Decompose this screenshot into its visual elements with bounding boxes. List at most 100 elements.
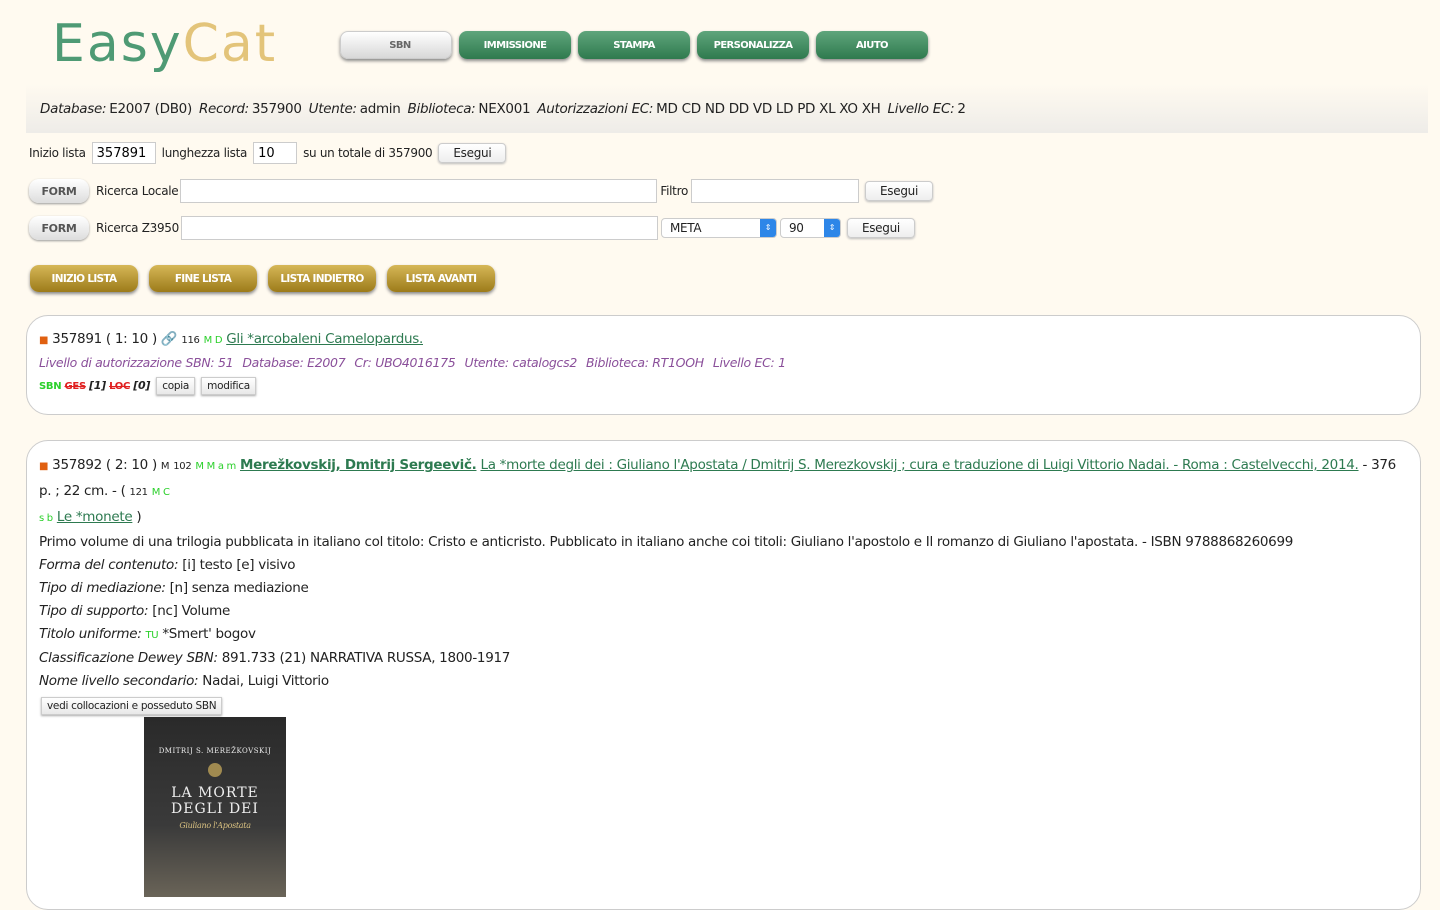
info-label: Record: [198,100,249,117]
record-heading: ■ 357892 ( 2: 10 ) M 102 M M a m Merežkov… [39,453,1408,531]
nav-personalizza[interactable]: PERSONALIZZA [697,31,809,59]
session-info-bar: Database: E2007 (DB0) Record: 357900 Utent… [26,84,1428,133]
list-next-button[interactable]: LISTA AVANTI [387,265,495,292]
info-value: MD CD ND DD VD LD PD XL XO XH [656,100,881,117]
author-link[interactable]: Merežkovskij, Dmitrij Sergeevič. [240,457,477,473]
series-code: 121 [129,487,148,498]
record-code: 102 [173,461,192,472]
field-row: Titolo uniforme: TU *Smert' bogov [39,623,1408,647]
local-search-label: Ricerca Locale [96,184,179,198]
series-link[interactable]: Le *monete [57,509,133,525]
field-value: [i] testo [e] visivo [182,557,296,573]
meta-item: Utente: catalogcs2 [464,355,577,370]
record-type: M M a m [195,461,236,472]
field-value: *Smert' bogov [162,626,256,642]
nav-immissione[interactable]: IMMISSIONE [459,31,571,59]
start-input[interactable] [91,142,156,164]
field-value: [nc] Volume [152,603,230,619]
record-id: 357892 ( 2: 10 ) [52,457,157,473]
ges-flag: GES [64,381,87,392]
record-title-link[interactable]: La *morte degli dei : Giuliano l'Apostat… [480,457,1358,473]
list-start-button[interactable]: INIZIO LISTA [30,265,138,292]
loc-count: [0] [133,379,151,392]
select-arrows-icon: ⇕ [823,219,840,237]
info-value: 357900 [251,100,302,117]
field-value: 891.733 (21) NARRATIVA RUSSA, 1800-1917 [221,650,511,666]
list-controls: Inizio lista lunghezza lista su un total… [29,142,507,164]
record-title-link[interactable]: Gli *arcobaleni Camelopardus. [226,331,423,347]
edit-button[interactable]: modifica [201,377,256,395]
list-end-button[interactable]: FINE LISTA [149,265,257,292]
sbn-flag: SBN [39,381,62,392]
meta-item: Livello di autorizzazione SBN: 51 [39,355,234,370]
ges-count: [1] [89,379,106,392]
nav-sbn[interactable]: SBN [340,31,452,59]
series-subtype: s b [39,513,53,524]
list-back-button[interactable]: LISTA INDIETRO [268,265,376,292]
local-search: FORM Ricerca Locale Filtro Esegui [29,179,933,203]
meta-item: Cr: UBO4016175 [354,355,456,370]
record-status: SBN GES [1] LOC [0] copia modifica [39,377,1408,395]
field-label: Tipo di supporto: [39,603,149,619]
info-label: Livello EC: [887,100,955,117]
field-row: Tipo di mediazione: [n] senza mediazione [39,577,1408,600]
link-icon[interactable]: 🔗 [161,331,178,347]
nav-stampa[interactable]: STAMPA [578,31,690,59]
length-input[interactable] [253,142,298,164]
count-select[interactable]: 90 ⇕ [779,218,841,238]
info-label: Database: [40,100,107,117]
info-value: NEX001 [478,100,531,117]
record-type: M D [203,335,223,346]
tu-flag: TU [145,630,159,641]
field-row: Forma del contenuto: [i] testo [e] visiv… [39,554,1408,577]
field-row: Classificazione Dewey SBN: 891.733 (21) … [39,647,1408,670]
field-row: Nome livello secondario: Nadai, Luigi Vi… [39,670,1408,693]
record-code: 116 [181,335,200,346]
field-label: Forma del contenuto: [39,557,179,573]
z3950-run-button[interactable]: Esegui [846,218,915,238]
nav-aiuto[interactable]: AIUTO [816,31,928,59]
copy-button[interactable]: copia [156,377,195,395]
record-id: 357891 ( 1: 10 ) [52,331,157,347]
cover-subtitle: Giuliano l'Apostata [179,821,251,830]
field-label: Classificazione Dewey SBN: [39,650,218,666]
local-run-button[interactable]: Esegui [865,181,933,201]
info-label: Autorizzazioni EC: [537,100,654,117]
select-arrows-icon: ⇕ [759,219,776,237]
info-label: Utente: [308,100,357,117]
holdings-button[interactable]: vedi collocazioni e posseduto SBN [41,697,223,715]
field-row: Tipo di supporto: [nc] Volume [39,600,1408,623]
field-label: Tipo di mediazione: [39,580,166,596]
paging-buttons: INIZIO LISTA FINE LISTA LISTA INDIETRO L… [30,265,495,292]
local-form-button[interactable]: FORM [29,179,89,203]
z3950-search-input[interactable] [180,216,658,240]
info-value: E2007 (DB0) [109,100,192,117]
z3950-search: FORM Ricerca Z3950 META ⇕ 90 ⇕ Esegui [29,216,915,240]
meta-item: Livello EC: 1 [712,355,786,370]
paren: ) [136,509,142,525]
length-label: lunghezza lista [161,146,248,160]
book-cover-image: DMITRIJ S. MEREŽKOVSKIJ LA MORTE DEGLI D… [144,717,286,897]
main-nav: SBN IMMISSIONE STAMPA PERSONALIZZA AIUTO [340,31,928,59]
record-note: Primo volume di una trilogia pubblicata … [39,534,1294,550]
info-label: Biblioteca: [407,100,476,117]
target-value: META [669,221,702,235]
z3950-form-button[interactable]: FORM [29,216,89,240]
target-select[interactable]: META ⇕ [660,218,777,238]
easycat-logo: EasyCat [52,14,278,74]
record-level: M [160,461,170,472]
info-value: 2 [957,100,966,117]
field-label: Titolo uniforme: [39,626,142,642]
coin-icon [208,763,222,777]
record-card: ■ 357892 ( 2: 10 ) M 102 M M a m Merežkov… [26,440,1421,910]
bullet-icon: ■ [39,335,49,346]
info-value: admin [359,100,401,117]
series-type: M C [151,487,170,498]
field-value: Nadai, Luigi Vittorio [202,673,329,689]
meta-item: Database: E2007 [242,355,346,370]
list-run-button[interactable]: Esegui [438,143,507,163]
filter-label: Filtro [660,184,688,198]
local-search-input[interactable] [180,179,658,203]
field-label: Nome livello secondario: [39,673,199,689]
filter-input[interactable] [691,179,859,203]
